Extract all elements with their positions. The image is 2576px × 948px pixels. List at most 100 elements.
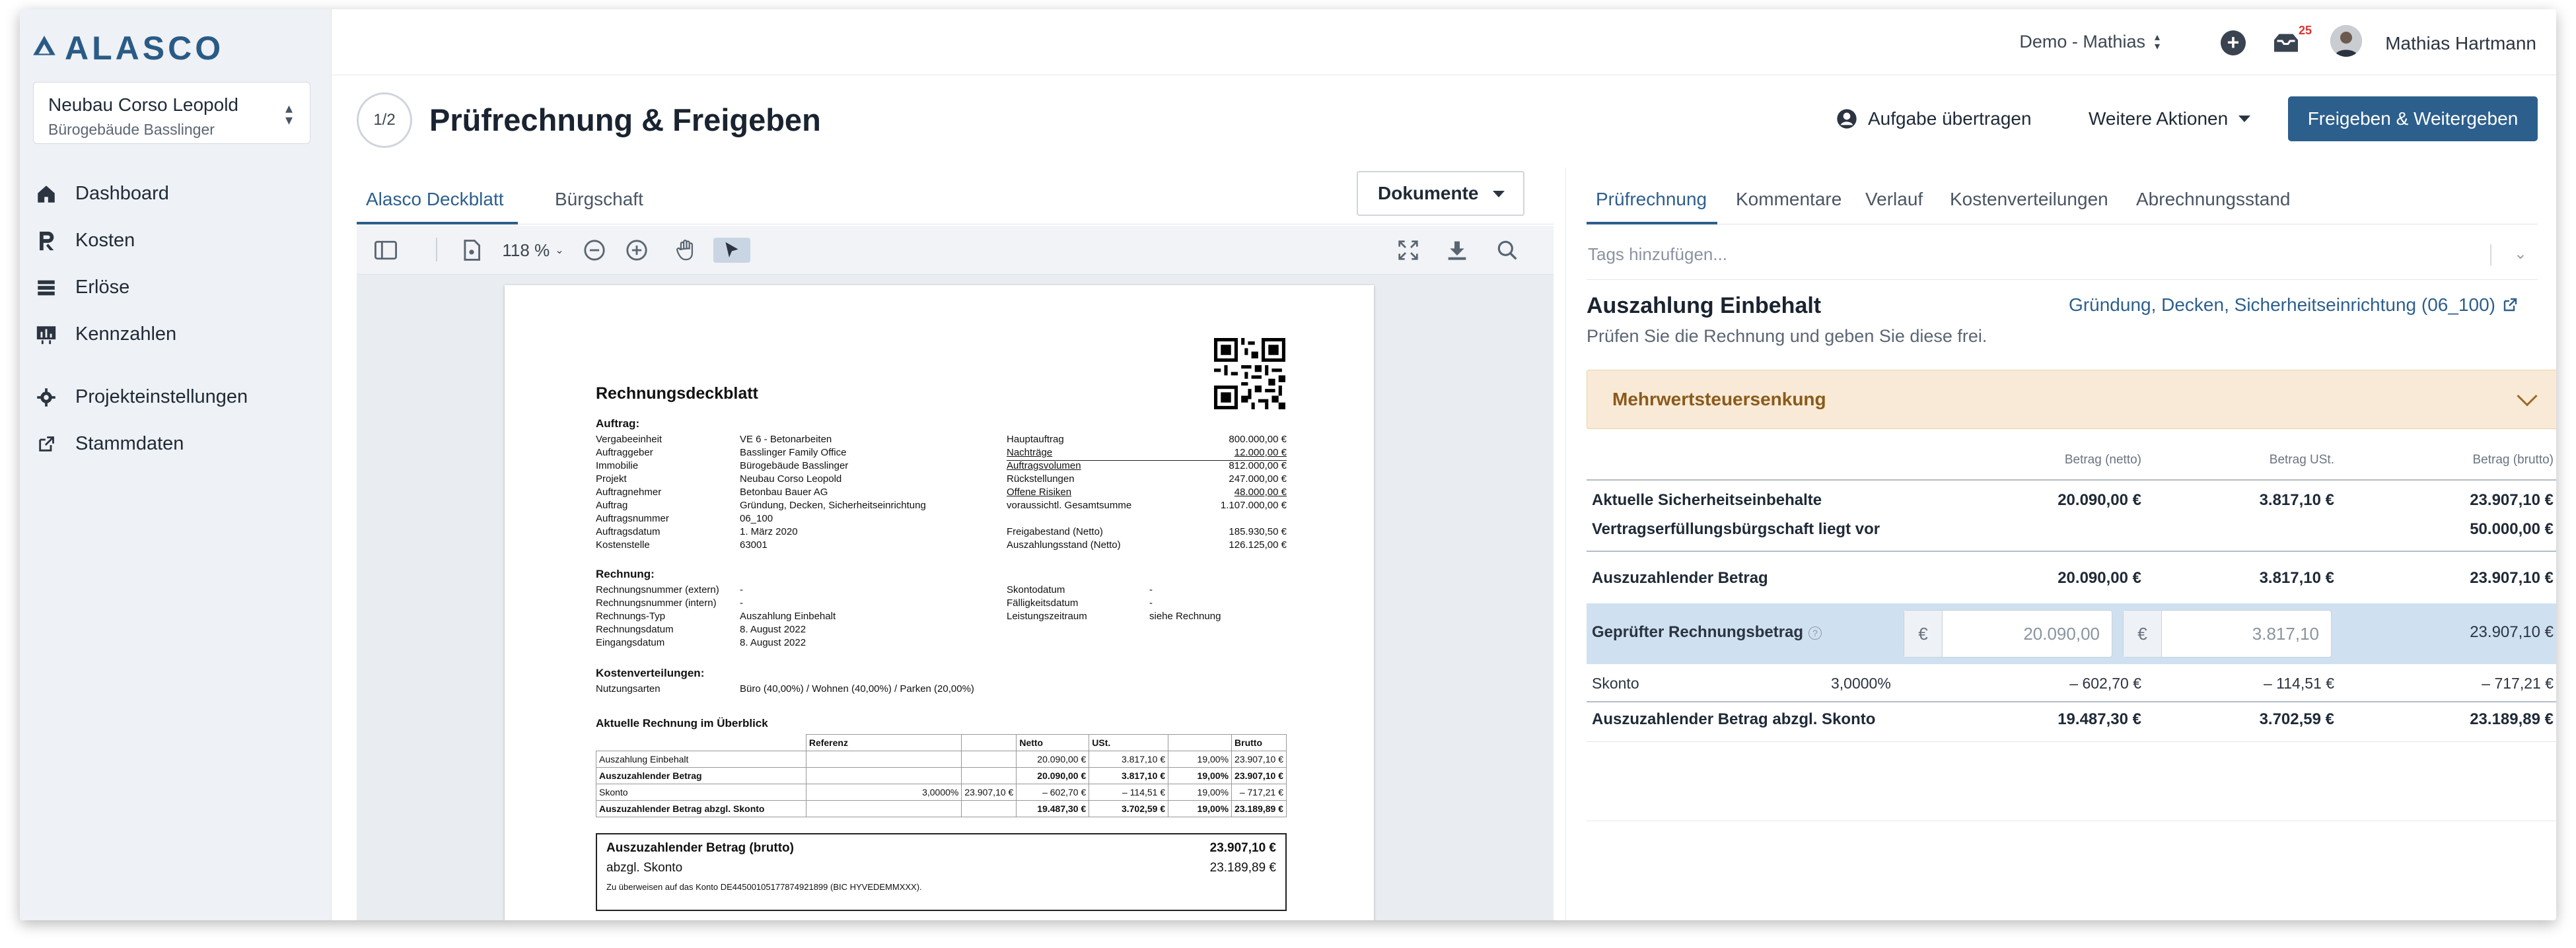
sidebar-item-projekteinstellungen[interactable]: Projekteinstellungen bbox=[34, 374, 318, 421]
documents-label: Dokumente bbox=[1378, 183, 1479, 203]
sidebar-item-kennzahlen[interactable]: Kennzahlen bbox=[34, 311, 318, 358]
table-header-row: Referenz Netto USt. Brutto bbox=[596, 734, 1287, 751]
invoice-cover-sheet: Rechnungsdeckblatt Auftrag: Vergabeeinhe… bbox=[505, 285, 1374, 920]
currency-prefix: € bbox=[2124, 611, 2162, 657]
vat-amount-input[interactable]: € 3.817,10 bbox=[2123, 610, 2332, 658]
tab-kostenverteilungen[interactable]: Kostenverteilungen bbox=[1950, 189, 2108, 210]
row-label: Auszuzahlender Betrag bbox=[1592, 569, 1768, 587]
tags-input[interactable]: Tags hinzufügen... ⌄ bbox=[1587, 227, 2538, 280]
row-label: Skonto bbox=[1592, 675, 1639, 692]
sum-label-gross: Auszuzahlender Betrag (brutto) bbox=[606, 841, 794, 855]
hand-tool-icon[interactable] bbox=[672, 238, 699, 263]
tab-pruefrechnung[interactable]: Prüfrechnung bbox=[1596, 189, 1707, 210]
chevron-updown-icon: ▴ ▾ bbox=[2154, 31, 2160, 52]
row-net: 20.090,00 € bbox=[2057, 491, 2141, 509]
logo[interactable]: ALASCO bbox=[30, 29, 224, 67]
row-gross: 23.907,10 € bbox=[2470, 491, 2554, 509]
row-gross: 23.907,10 € bbox=[2470, 569, 2554, 587]
rechnung2-labels: Skontodatum Fälligkeitsdatum Leistungszeit… bbox=[1007, 584, 1087, 622]
vat-reduction-panel[interactable]: Mehrwertsteuersenkung bbox=[1587, 370, 2556, 429]
cost-icon bbox=[34, 229, 58, 253]
logo-text: ALASCO bbox=[65, 30, 225, 67]
transfer-task-button[interactable]: Aufgabe übertragen bbox=[1836, 108, 2032, 129]
sidebar-item-kosten[interactable]: Kosten bbox=[34, 217, 318, 264]
summary-labels: Hauptauftrag Nachträge Auftragsvolumen Rüc… bbox=[1007, 434, 1132, 551]
contract-link-label: Gründung, Decken, Sicherheitseinrichtung… bbox=[2069, 294, 2495, 315]
tab-verlauf[interactable]: Verlauf bbox=[1865, 189, 1923, 210]
help-icon[interactable]: ? bbox=[1808, 626, 1822, 640]
chevron-down-icon[interactable]: ⌄ bbox=[2514, 244, 2527, 263]
more-actions-label: Weitere Aktionen bbox=[2089, 108, 2229, 129]
row-vat: 3.702,59 € bbox=[2259, 710, 2334, 728]
download-icon[interactable] bbox=[1444, 238, 1470, 263]
workspace-switcher[interactable]: Demo - Mathias ▴ ▾ bbox=[2019, 32, 2160, 52]
rechnung-labels: Rechnungsnummer (extern) Rechnungsnummer … bbox=[596, 584, 719, 648]
net-amount-input[interactable]: € 20.090,00 bbox=[1904, 610, 2112, 658]
sidebar-item-erloese[interactable]: Erlöse bbox=[34, 264, 318, 311]
row-label: Aktuelle Sicherheitseinbehalte bbox=[1592, 491, 1822, 509]
sidebar-toggle-icon[interactable] bbox=[371, 238, 400, 263]
currency-prefix: € bbox=[1904, 611, 1943, 657]
tab-kommentare[interactable]: Kommentare bbox=[1736, 189, 1842, 210]
zoom-in-icon[interactable] bbox=[624, 238, 650, 263]
tab-alasco-deckblatt[interactable]: Alasco Deckblatt bbox=[366, 189, 504, 210]
inbox-icon[interactable] bbox=[2272, 32, 2300, 54]
workspace-label: Demo - Mathias bbox=[2019, 32, 2145, 51]
sidebar-nav: Dashboard Kosten Erlöse Kennzahlen Proje… bbox=[34, 170, 318, 467]
section-rechnung: Rechnung: bbox=[596, 568, 655, 580]
user-name[interactable]: Mathias Hartmann bbox=[2385, 33, 2536, 54]
approve-forward-button[interactable]: Freigeben & Weitergeben bbox=[2288, 96, 2538, 141]
sidebar-item-label: Kennzahlen bbox=[75, 323, 177, 345]
sidebar-item-label: Projekteinstellungen bbox=[75, 386, 248, 407]
row-label: Vertragserfüllungsbürgschaft liegt vor bbox=[1592, 520, 1880, 538]
project-name: Neubau Corso Leopold bbox=[48, 94, 238, 115]
col-net-header: Betrag (netto) bbox=[2064, 453, 2141, 467]
sidebar-item-dashboard[interactable]: Dashboard bbox=[34, 170, 318, 217]
search-icon[interactable] bbox=[1494, 238, 1521, 263]
row-label: Auszuzahlender Betrag abzgl. Skonto bbox=[1592, 710, 1876, 728]
auftrag-labels: Vergabeeinheit Auftraggeber Immobilie Proj… bbox=[596, 434, 669, 551]
contract-link[interactable]: Gründung, Decken, Sicherheitseinrichtung… bbox=[2069, 294, 2518, 316]
row-vat: – 114,51 € bbox=[2263, 675, 2334, 692]
fullscreen-icon[interactable] bbox=[1395, 238, 1421, 263]
external-link-icon bbox=[34, 432, 58, 456]
table-row: Aktuelle Sicherheitseinbehalte 20.090,00… bbox=[1587, 481, 2556, 515]
table-row: Auszahlung Einbehalt 20.090,00 €3.817,10… bbox=[596, 751, 1287, 768]
col-gross-header: Betrag (brutto) bbox=[2472, 453, 2554, 467]
zoom-level: 118 % bbox=[502, 240, 550, 260]
avatar[interactable] bbox=[2330, 25, 2362, 57]
chevron-down-icon bbox=[2517, 386, 2538, 407]
topbar: Demo - Mathias ▴ ▾ + 25 Mathias Hartmann bbox=[332, 9, 2556, 75]
table-row: Auszuzahlender Betrag abzgl. Skonto 19.4… bbox=[596, 800, 1287, 817]
revenue-icon bbox=[34, 276, 58, 300]
add-button[interactable]: + bbox=[2221, 30, 2246, 55]
review-table: Betrag (netto) Betrag USt. Betrag (brutt… bbox=[1587, 438, 2556, 821]
select-tool-icon[interactable] bbox=[713, 238, 750, 263]
zoom-select[interactable]: 118 % ⌄ bbox=[497, 238, 569, 263]
documents-dropdown[interactable]: Dokumente bbox=[1357, 171, 1524, 216]
payment-summary-box: Auszuzahlender Betrag (brutto) 23.907,10… bbox=[596, 833, 1287, 911]
project-selector[interactable]: Neubau Corso Leopold Bürogebäude Basslin… bbox=[33, 82, 310, 144]
sidebar-item-label: Stammdaten bbox=[75, 433, 184, 454]
sidebar-item-stammdaten[interactable]: Stammdaten bbox=[34, 421, 318, 467]
vat-amount-value: 3.817,10 bbox=[2252, 624, 2319, 644]
page-icon[interactable] bbox=[458, 238, 485, 263]
net-amount-value: 20.090,00 bbox=[2023, 624, 2100, 644]
sidebar-item-label: Kosten bbox=[75, 230, 135, 251]
row-net: 20.090,00 € bbox=[2057, 569, 2141, 587]
skonto-row: Skonto 3,0000% – 602,70 € – 114,51 € – 7… bbox=[1587, 664, 2556, 702]
table-header-row: Betrag (netto) Betrag USt. Betrag (brutt… bbox=[1587, 438, 2556, 481]
bank-account-note: Zu überweisen auf das Konto DE4450010517… bbox=[606, 882, 922, 892]
invoice-overview-table: Referenz Netto USt. Brutto Auszahlung Einb… bbox=[596, 734, 1287, 817]
pdf-viewer[interactable]: Rechnungsdeckblatt Auftrag: Vergabeeinhe… bbox=[357, 275, 1554, 920]
row-net: – 602,70 € bbox=[2069, 675, 2141, 692]
tab-abrechnungsstand[interactable]: Abrechnungsstand bbox=[2136, 189, 2291, 210]
chevron-updown-icon: ▴ ▾ bbox=[285, 100, 293, 128]
vat-reduction-label: Mehrwertsteuersenkung bbox=[1612, 389, 1826, 409]
tab-buergschaft[interactable]: Bürgschaft bbox=[555, 189, 643, 210]
transfer-task-label: Aufgabe übertragen bbox=[1868, 108, 2032, 129]
zoom-out-icon[interactable] bbox=[581, 238, 608, 263]
review-title: Auszahlung Einbehalt bbox=[1587, 293, 1822, 318]
table-row: Vertragserfüllungsbürgschaft liegt vor 5… bbox=[1587, 515, 2556, 552]
more-actions-button[interactable]: Weitere Aktionen bbox=[2089, 108, 2251, 129]
